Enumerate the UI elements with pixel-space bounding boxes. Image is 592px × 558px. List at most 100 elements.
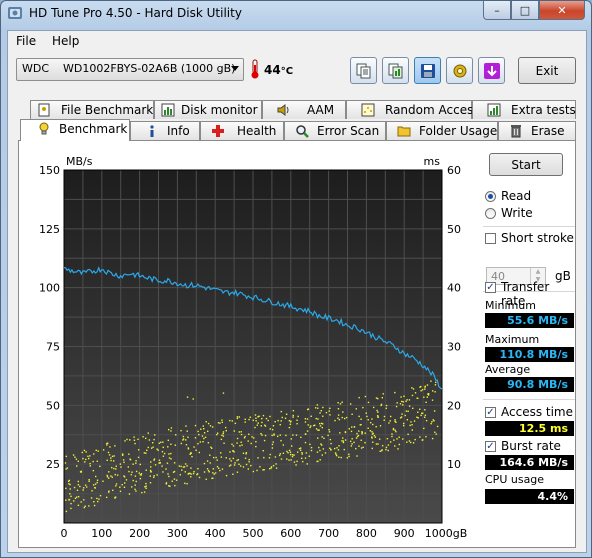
close-button[interactable]: ✕ xyxy=(539,1,585,20)
access-time-point xyxy=(333,447,336,450)
access-time-point xyxy=(137,438,139,440)
access-time-point xyxy=(193,446,195,448)
tab-error-scan[interactable]: Error Scan xyxy=(284,121,386,140)
access-time-point xyxy=(161,450,164,453)
tab-file-benchmark[interactable]: File Benchmark xyxy=(30,100,154,119)
access-time-point xyxy=(95,449,97,452)
access-time-point xyxy=(341,440,343,442)
short-stroke-checkbox[interactable]: Short stroke xyxy=(485,231,575,247)
tab-disk-monitor[interactable]: Disk monitor xyxy=(154,100,262,119)
minimize-button[interactable]: – xyxy=(483,1,511,20)
access-time-point xyxy=(106,474,108,477)
access-time-point xyxy=(146,449,148,451)
access-time-point xyxy=(399,403,402,405)
tab-folder-usage[interactable]: Folder Usage xyxy=(386,121,498,140)
access-time-point xyxy=(394,445,396,447)
x-tick: 400 xyxy=(205,527,226,540)
access-time-point xyxy=(152,442,154,444)
access-time-point xyxy=(394,419,396,421)
copy-screen-button[interactable] xyxy=(382,57,409,84)
access-time-point xyxy=(256,424,259,426)
start-button[interactable]: Start xyxy=(489,153,563,176)
access-time-point xyxy=(163,452,166,455)
access-time-point xyxy=(65,455,68,458)
save-button[interactable] xyxy=(414,57,441,84)
access-time-point xyxy=(66,467,69,469)
x-tick: 300 xyxy=(167,527,188,540)
options-icon xyxy=(453,64,466,77)
tab-health[interactable]: Health xyxy=(200,121,284,140)
access-time-point xyxy=(126,438,128,441)
x-tick: 900 xyxy=(394,527,415,540)
access-time-point xyxy=(110,475,112,477)
x-tick: 800 xyxy=(356,527,377,540)
read-radio[interactable]: Read xyxy=(485,189,575,205)
access-time-checkbox[interactable]: ✓ Access time xyxy=(485,405,575,421)
access-time-point xyxy=(215,456,217,459)
access-time-point xyxy=(264,434,267,437)
access-time-point xyxy=(431,421,433,423)
access-time-point xyxy=(409,441,412,444)
tab-label: Extra tests xyxy=(511,103,576,117)
access-time-point xyxy=(325,411,328,414)
access-time-point xyxy=(114,445,116,447)
access-time-point xyxy=(88,480,90,483)
maximize-button[interactable]: □ xyxy=(511,1,539,20)
exit-button[interactable]: Exit xyxy=(518,57,576,84)
access-time-point xyxy=(400,396,402,398)
access-time-point xyxy=(88,505,90,507)
burst-rate-checkbox[interactable]: ✓ Burst rate xyxy=(485,439,575,455)
tab-erase[interactable]: Erase xyxy=(498,121,576,140)
transfer-rate-checkbox[interactable]: ✓ Transfer rate xyxy=(485,280,575,308)
access-time-point xyxy=(288,459,290,461)
access-time-point xyxy=(295,434,298,436)
download-button[interactable] xyxy=(478,57,505,84)
access-time-point xyxy=(244,418,246,421)
access-time-point xyxy=(202,425,204,427)
access-time-point xyxy=(108,490,110,492)
tab-extra-tests[interactable]: Extra tests xyxy=(472,100,576,119)
access-time-point xyxy=(373,434,376,437)
access-time-point xyxy=(275,463,277,465)
access-time-point xyxy=(293,454,295,456)
menu-file[interactable]: File xyxy=(16,34,36,48)
menu-help[interactable]: Help xyxy=(52,34,79,48)
title-bar[interactable]: HD Tune Pro 4.50 - Hard Disk Utility – □… xyxy=(1,1,591,27)
tab-label: File Benchmark xyxy=(61,103,154,117)
access-time-point xyxy=(203,462,206,465)
access-time-point xyxy=(419,386,421,388)
tab-benchmark[interactable]: Benchmark xyxy=(20,119,130,141)
access-time-point xyxy=(309,443,311,446)
access-time-point xyxy=(153,476,155,479)
access-time-point xyxy=(337,408,340,410)
tab-info[interactable]: Info xyxy=(130,121,200,140)
access-time-point xyxy=(292,409,295,412)
access-time-point xyxy=(292,416,294,418)
access-time-point xyxy=(65,468,67,470)
access-time-point xyxy=(129,458,132,461)
access-time-point xyxy=(216,432,219,434)
options-button[interactable] xyxy=(446,57,473,84)
access-time-point xyxy=(401,400,403,403)
access-time-point xyxy=(329,407,331,410)
access-time-point xyxy=(310,425,312,427)
access-time-point xyxy=(220,438,223,441)
access-time-point xyxy=(147,446,150,449)
write-radio[interactable]: Write xyxy=(485,206,575,222)
tab-aam[interactable]: AAM xyxy=(262,100,346,119)
access-time-point xyxy=(161,465,163,467)
access-time-point xyxy=(69,493,71,495)
access-time-point xyxy=(105,496,108,499)
access-time-point xyxy=(349,403,352,405)
access-time-point xyxy=(115,485,117,487)
access-time-point xyxy=(106,444,108,446)
tab-random-access[interactable]: Random Access xyxy=(346,100,480,119)
access-time-point xyxy=(272,425,275,427)
drive-select[interactable]: WDC WD1002FBYS-02A6B (1000 gB) xyxy=(16,58,244,81)
copy-info-button[interactable] xyxy=(350,57,377,84)
access-time-point xyxy=(270,467,272,469)
access-time-point xyxy=(252,470,255,473)
access-time-point xyxy=(381,449,383,451)
access-time-point xyxy=(425,435,427,438)
access-time-point xyxy=(217,467,220,469)
